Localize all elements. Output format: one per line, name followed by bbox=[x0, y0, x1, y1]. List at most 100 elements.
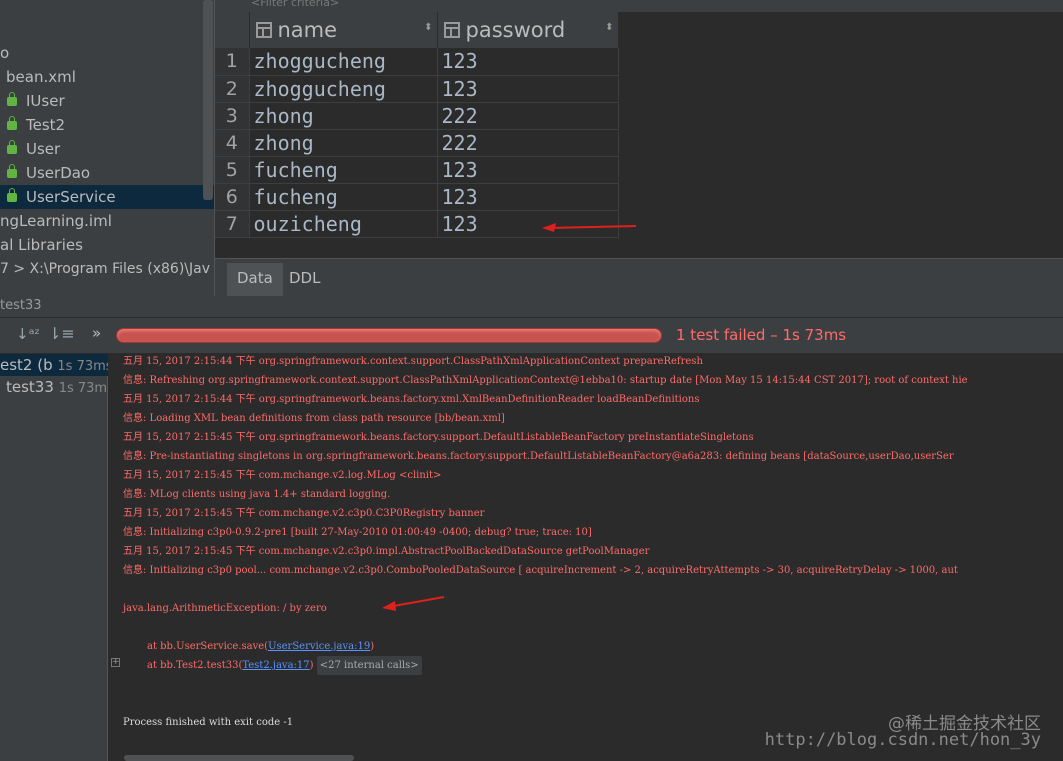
data-editor: <Filter criteria> name ⬍ password ⬍ 1 zhogg… bbox=[214, 0, 1063, 296]
cell-name[interactable]: zhong bbox=[249, 129, 438, 157]
console-line: 五月 15, 2017 2:15:45 下午 com.mchange.v2.lo… bbox=[123, 470, 442, 481]
row-number: 5 bbox=[215, 156, 250, 184]
row-number: 7 bbox=[215, 210, 250, 238]
tree-item-userservice[interactable]: UserService bbox=[0, 185, 214, 209]
test-time: 1s 73ms bbox=[57, 359, 108, 374]
cell-name[interactable]: zhoggucheng bbox=[249, 48, 438, 76]
table-row[interactable]: 6 fucheng 123 bbox=[215, 183, 619, 211]
trace-text: ) bbox=[309, 660, 314, 671]
test-status-text: 1 test failed – 1s 73ms bbox=[676, 326, 847, 344]
cell-password[interactable]: 123 bbox=[437, 75, 619, 103]
console-line: 信息: Refreshing org.springframework.conte… bbox=[123, 375, 968, 386]
tree-item-test2[interactable]: Test2 bbox=[0, 113, 214, 137]
test-time: 1s 73ms bbox=[58, 381, 108, 396]
row-number: 3 bbox=[215, 102, 250, 130]
column-header-label: name bbox=[277, 18, 338, 42]
table-row[interactable]: 3 zhong 222 bbox=[215, 102, 619, 130]
editor-tab-bar: Data DDL bbox=[215, 258, 1063, 296]
lock-icon bbox=[7, 140, 17, 154]
tree-item-label: ngLearning.iml bbox=[0, 212, 112, 230]
console-line: 信息: Initializing c3p0 pool... com.mchang… bbox=[123, 565, 958, 576]
sort-duration-icon[interactable]: ⇂≡ bbox=[48, 324, 75, 343]
stack-trace-line: at bb.UserService.save(UserService.java:… bbox=[147, 637, 374, 656]
source-link[interactable]: Test2.java:17 bbox=[242, 660, 309, 671]
tree-item-iuser[interactable]: IUser bbox=[0, 89, 214, 113]
cell-password[interactable]: 123 bbox=[437, 48, 619, 76]
tree-item-label: IUser bbox=[26, 92, 65, 110]
project-tree: o bean.xml IUser Test2 User UserDao User… bbox=[0, 0, 214, 296]
exit-code-line: Process finished with exit code -1 bbox=[123, 717, 294, 728]
row-number-header bbox=[215, 12, 250, 48]
tree-item[interactable]: o bbox=[0, 41, 214, 65]
test-results-tree: est2 (b 1s 73ms test33 1s 73ms bbox=[0, 354, 108, 761]
row-number: 2 bbox=[215, 75, 250, 103]
tree-item-bean-xml[interactable]: bean.xml bbox=[0, 65, 214, 89]
lock-icon bbox=[7, 116, 17, 130]
lock-icon bbox=[7, 92, 17, 106]
cell-password[interactable]: 123 bbox=[437, 156, 619, 184]
cell-name[interactable]: fucheng bbox=[249, 183, 438, 211]
cell-password[interactable]: 123 bbox=[437, 183, 619, 211]
tree-item-label: UserService bbox=[26, 188, 116, 206]
tree-item-jdk[interactable]: 7 > X:\Program Files (x86)\Jav bbox=[0, 257, 214, 281]
result-table: name ⬍ password ⬍ 1 zhoggucheng 123 2 zhogguc… bbox=[215, 12, 619, 238]
cell-password[interactable]: 222 bbox=[437, 129, 619, 157]
annotation-arrow-row bbox=[542, 223, 637, 232]
run-panel-title: test33 bbox=[0, 296, 1063, 318]
test-label: est2 (b bbox=[0, 356, 53, 374]
column-header-label: password bbox=[465, 18, 566, 42]
cell-password[interactable]: 222 bbox=[437, 102, 619, 130]
console-line: 信息: Initializing c3p0-0.9.2-pre1 [built … bbox=[123, 527, 592, 538]
test-progress-bar bbox=[116, 328, 662, 343]
tree-item-userdao[interactable]: UserDao bbox=[0, 161, 214, 185]
tree-item-label: UserDao bbox=[26, 164, 91, 182]
tree-item-libraries[interactable]: al Libraries bbox=[0, 233, 214, 257]
sort-icon[interactable]: ⬍ bbox=[605, 22, 613, 33]
tab-label: Data bbox=[237, 269, 273, 287]
column-header-password[interactable]: password ⬍ bbox=[437, 12, 619, 48]
cell-name[interactable]: fucheng bbox=[249, 156, 438, 184]
more-actions-icon[interactable]: » bbox=[92, 324, 101, 342]
tree-item-label: User bbox=[26, 140, 61, 158]
tree-item-label: al Libraries bbox=[0, 236, 83, 254]
test-class-item[interactable]: est2 (b 1s 73ms bbox=[0, 354, 108, 376]
tree-item-iml[interactable]: ngLearning.iml bbox=[0, 209, 214, 233]
tree-item-user[interactable]: User bbox=[0, 137, 214, 161]
console-line: 五月 15, 2017 2:15:44 下午 org.springframewo… bbox=[123, 356, 703, 367]
console-line: 信息: MLog clients using java 1.4+ standar… bbox=[123, 489, 391, 500]
console-line: 五月 15, 2017 2:15:45 下午 com.mchange.v2.c3… bbox=[123, 508, 485, 519]
tree-item-label: Test2 bbox=[26, 116, 66, 134]
table-row[interactable]: 4 zhong 222 bbox=[215, 129, 619, 157]
sort-alpha-icon[interactable]: ↓ᵃᶻ bbox=[16, 325, 40, 343]
tree-scrollbar[interactable] bbox=[203, 0, 213, 200]
sort-icon[interactable]: ⬍ bbox=[424, 22, 432, 33]
test-method-item[interactable]: test33 1s 73ms bbox=[0, 376, 108, 398]
table-row[interactable]: 2 zhoggucheng 123 bbox=[215, 75, 619, 103]
tab-ddl[interactable]: DDL bbox=[279, 263, 330, 296]
console-line: 信息: Loading XML bean definitions from cl… bbox=[123, 413, 505, 424]
internal-calls-fold[interactable]: <27 internal calls> bbox=[316, 656, 422, 675]
table-row[interactable]: 5 fucheng 123 bbox=[215, 156, 619, 184]
run-title-label: test33 bbox=[0, 298, 42, 313]
console-line: 信息: Pre-instantiating singletons in org.… bbox=[123, 451, 954, 462]
console-line: 五月 15, 2017 2:15:44 下午 org.springframewo… bbox=[123, 394, 700, 405]
console-output[interactable]: 五月 15, 2017 2:15:44 下午 org.springframewo… bbox=[108, 354, 1063, 761]
row-number: 4 bbox=[215, 129, 250, 157]
column-icon bbox=[255, 22, 272, 38]
console-scrollbar[interactable] bbox=[124, 755, 354, 761]
cell-name[interactable]: zhong bbox=[249, 102, 438, 130]
trace-text: at bb.UserService.save( bbox=[147, 641, 269, 652]
expand-icon[interactable]: + bbox=[111, 658, 120, 667]
tab-data[interactable]: Data bbox=[227, 263, 283, 296]
table-row[interactable]: 1 zhoggucheng 123 bbox=[215, 48, 619, 76]
tab-label: DDL bbox=[289, 269, 321, 287]
source-link[interactable]: UserService.java:19 bbox=[268, 641, 370, 652]
column-icon bbox=[443, 22, 460, 38]
tree-item-label: o bbox=[0, 44, 10, 62]
filter-criteria-input[interactable]: <Filter criteria> bbox=[215, 0, 1063, 12]
tree-item-label: 7 > X:\Program Files (x86)\Jav bbox=[0, 261, 210, 277]
cell-name[interactable]: zhoggucheng bbox=[249, 75, 438, 103]
console-line: 五月 15, 2017 2:15:45 下午 com.mchange.v2.c3… bbox=[123, 546, 650, 557]
column-header-name[interactable]: name ⬍ bbox=[249, 12, 438, 48]
cell-name[interactable]: ouzicheng bbox=[249, 210, 438, 238]
